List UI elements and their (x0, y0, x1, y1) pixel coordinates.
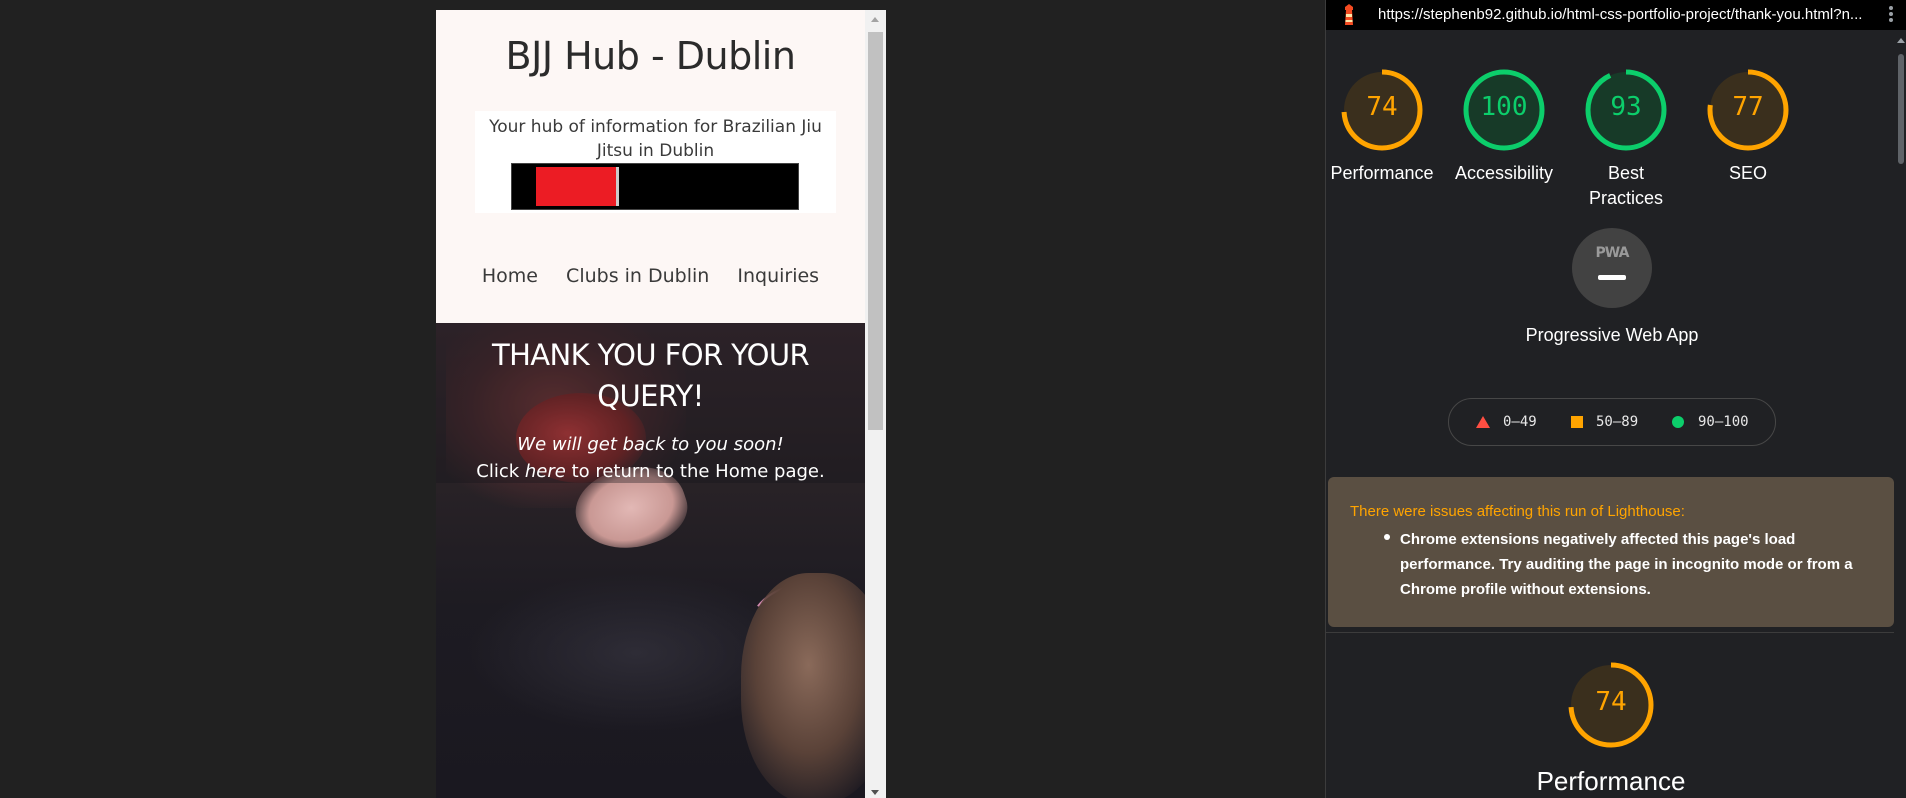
site-scrollbar[interactable] (865, 10, 886, 798)
pwa-dash-icon (1598, 275, 1626, 280)
belt-bar-red (536, 167, 616, 206)
site-title[interactable]: BJJ Hub - Dublin (436, 34, 865, 78)
thank-you-heading: THANK YOU FOR YOUR QUERY! (491, 338, 810, 413)
return-prefix: Click (476, 461, 525, 482)
pwa-label: Progressive Web App (1525, 325, 1699, 345)
return-home-link[interactable]: here (525, 461, 566, 482)
pass-circle-icon (1672, 416, 1684, 428)
gauge-score: 74 (1366, 92, 1398, 122)
legend-fail-range: 0–49 (1503, 414, 1537, 430)
lighthouse-topbar: https://stephenb92.github.io/html-css-po… (1326, 0, 1906, 30)
lighthouse-icon (1345, 4, 1353, 25)
gauge-performance[interactable]: 74 (1340, 68, 1424, 152)
bullet-icon (1384, 534, 1390, 540)
gauge-accessibility[interactable]: 100 (1462, 68, 1546, 152)
section-divider (1326, 632, 1894, 633)
fail-triangle-icon (1476, 416, 1490, 428)
gauge-score: 93 (1610, 92, 1642, 122)
panel-scroll-up-icon[interactable] (1897, 38, 1905, 43)
performance-detail-gauge: 74 (1566, 660, 1656, 750)
average-square-icon (1571, 416, 1583, 428)
belt-stripe (616, 167, 619, 206)
nav-link-clubs[interactable]: Clubs in Dublin (566, 265, 709, 287)
legend-average-range: 50–89 (1596, 414, 1639, 430)
legend-pass-range: 90–100 (1698, 414, 1749, 430)
gauge-label: Best Practices (1588, 163, 1664, 208)
site-preview: BJJ Hub - Dublin Your hub of information… (436, 10, 886, 798)
scrollbar-thumb[interactable] (868, 32, 883, 430)
gauge-best-practices[interactable]: 93 (1584, 68, 1668, 152)
site-nav: Home Clubs in Dublin Inquiries (436, 265, 865, 287)
gauge-label: Accessibility (1454, 163, 1554, 183)
performance-section-title: Performance (1536, 766, 1686, 796)
get-back-text: We will get back to you soon! (517, 434, 784, 455)
lighthouse-panel: https://stephenb92.github.io/html-css-po… (1325, 0, 1906, 798)
gauge-seo[interactable]: 77 (1706, 68, 1790, 152)
warning-item: Chrome extensions negatively affected th… (1400, 531, 1853, 598)
site-viewport: BJJ Hub - Dublin Your hub of information… (436, 10, 865, 798)
belt-icon (511, 163, 799, 210)
thank-you-message: We will get back to you soon! Click here… (436, 431, 865, 485)
site-tagline: Your hub of information for Brazilian Ji… (489, 117, 822, 161)
gauge-score: 77 (1732, 92, 1764, 122)
hero-section: THANK YOU FOR YOUR QUERY! We will get ba… (436, 323, 865, 798)
return-suffix: to return to the Home page. (565, 461, 825, 482)
site-header: BJJ Hub - Dublin Your hub of information… (436, 10, 865, 323)
gauge-label: Performance (1330, 163, 1434, 183)
more-options-icon[interactable] (1888, 4, 1894, 26)
run-warnings: There were issues affecting this run of … (1328, 477, 1894, 627)
nav-link-home[interactable]: Home (482, 265, 538, 287)
nav-link-inquiries[interactable]: Inquiries (737, 265, 819, 287)
logo-banner: Your hub of information for Brazilian Ji… (475, 111, 836, 213)
warnings-title: There were issues affecting this run of … (1350, 503, 1685, 520)
panel-scrollbar-thumb[interactable] (1898, 54, 1904, 164)
performance-detail-score: 74 (1595, 687, 1627, 717)
audited-url: https://stephenb92.github.io/html-css-po… (1378, 6, 1863, 23)
pwa-badge-text: PWA (1595, 245, 1630, 261)
pwa-gauge[interactable]: PWA (1572, 228, 1652, 308)
scroll-down-arrow-icon[interactable] (871, 790, 879, 795)
return-line: Click here to return to the Home page. (436, 458, 865, 485)
score-legend: 0–49 50–89 90–100 (1448, 398, 1776, 446)
scroll-up-arrow-icon[interactable] (871, 17, 879, 22)
gauge-score: 100 (1480, 92, 1528, 122)
hero-image-hair (741, 573, 865, 798)
gauge-label: SEO (1728, 163, 1767, 183)
panel-scrollbar[interactable] (1895, 30, 1906, 798)
